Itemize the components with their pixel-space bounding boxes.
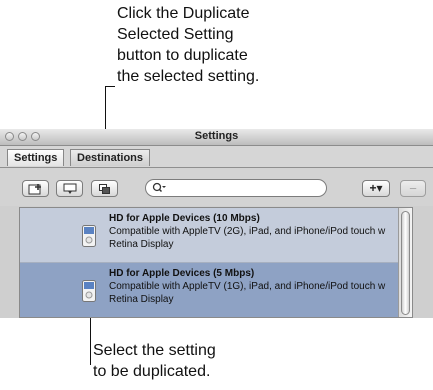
folder-icon bbox=[63, 183, 76, 194]
list-item-selected[interactable]: HD for Apple Devices (5 Mbps) Compatible… bbox=[20, 263, 400, 317]
list-item[interactable]: HD for Apple Devices (10 Mbps) Compatibl… bbox=[20, 208, 400, 263]
ipod-device-icon bbox=[82, 225, 96, 247]
setting-description: Retina Display bbox=[109, 294, 174, 305]
callout-leader-tick bbox=[105, 86, 115, 87]
setting-title: HD for Apple Devices (5 Mbps) bbox=[109, 268, 255, 279]
setting-description: Retina Display bbox=[109, 239, 174, 250]
add-document-icon bbox=[28, 183, 41, 194]
tab-destinations[interactable]: Destinations bbox=[70, 149, 151, 166]
settings-window: Settings Settings Destinations +▾ − HD f… bbox=[0, 129, 433, 318]
remove-button[interactable]: − bbox=[400, 180, 426, 197]
search-input[interactable] bbox=[168, 181, 318, 195]
callout-duplicate-instructions: Click the Duplicate Selected Setting but… bbox=[117, 3, 317, 87]
toolbar: +▾ − bbox=[0, 168, 433, 206]
tab-settings[interactable]: Settings bbox=[7, 149, 65, 166]
window-title: Settings bbox=[194, 130, 239, 142]
callout-line: Click the Duplicate bbox=[117, 5, 250, 22]
title-bar: Settings bbox=[0, 129, 433, 146]
callout-line: the selected setting. bbox=[117, 68, 260, 85]
ipod-device-icon bbox=[82, 280, 96, 302]
callout-leader-line bbox=[90, 318, 91, 365]
tab-bar: Settings Destinations bbox=[0, 146, 433, 168]
callout-line: Select the setting bbox=[93, 342, 216, 359]
setting-description: Compatible with AppleTV (2G), iPad, and … bbox=[109, 226, 386, 237]
scrollbar-thumb[interactable] bbox=[401, 211, 410, 315]
settings-list[interactable]: HD for Apple Devices (10 Mbps) Compatibl… bbox=[19, 207, 413, 318]
duplicate-selected-setting-button[interactable] bbox=[91, 180, 118, 197]
callout-line: to be duplicated. bbox=[93, 363, 211, 380]
callout-select-instructions: Select the setting to be duplicated. bbox=[93, 340, 293, 382]
callout-line: Selected Setting bbox=[117, 26, 234, 43]
search-field[interactable] bbox=[145, 179, 327, 197]
setting-title: HD for Apple Devices (10 Mbps) bbox=[109, 213, 260, 224]
search-icon bbox=[152, 182, 166, 193]
remove-label: − bbox=[409, 181, 417, 196]
add-menu-label: +▾ bbox=[369, 181, 383, 195]
new-setting-button[interactable] bbox=[22, 180, 49, 197]
duplicate-icon bbox=[98, 183, 110, 194]
setting-description: Compatible with AppleTV (1G), iPad, and … bbox=[109, 281, 386, 292]
new-group-button[interactable] bbox=[56, 180, 83, 197]
scrollbar[interactable] bbox=[398, 208, 412, 317]
add-menu-button[interactable]: +▾ bbox=[362, 180, 390, 197]
callout-line: button to duplicate bbox=[117, 47, 248, 64]
